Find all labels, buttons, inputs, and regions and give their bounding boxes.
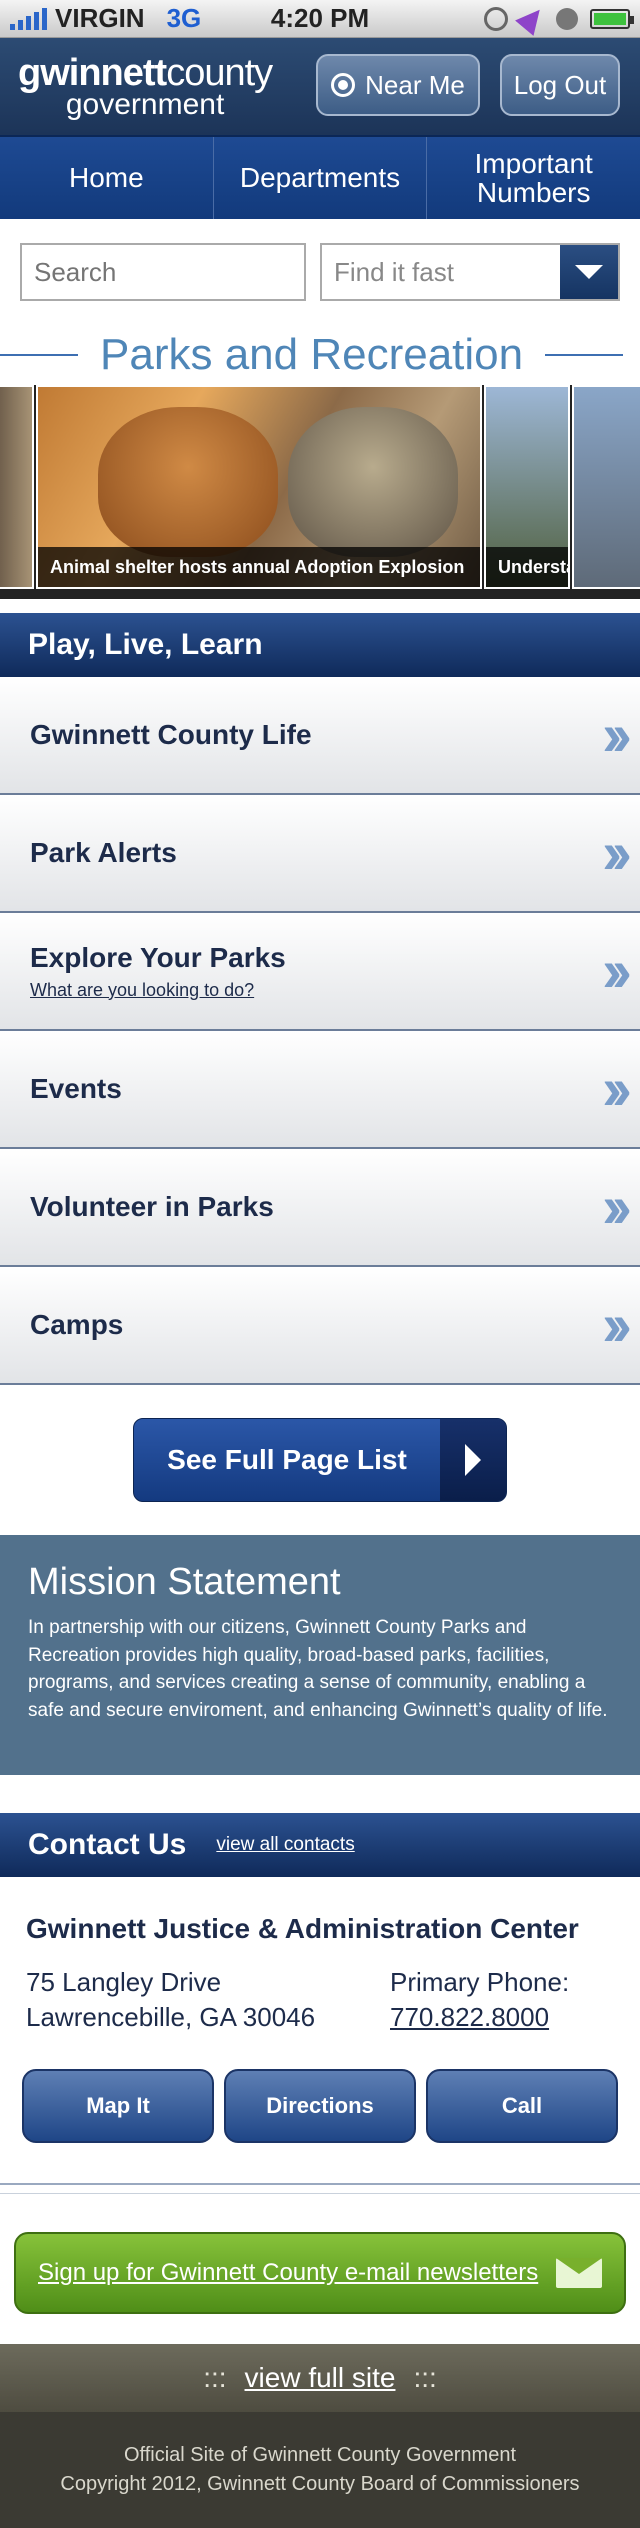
mission-statement: Mission Statement In partnership with ou… xyxy=(0,1535,640,1775)
double-chevron-icon: ›› xyxy=(602,937,632,1004)
title-rule-left xyxy=(0,354,78,356)
contact-address: 75 Langley Drive Lawrencebille, GA 30046 xyxy=(26,1965,390,2035)
menu-item-subtitle[interactable]: What are you looking to do? xyxy=(30,980,286,1001)
nav-item-important-numbers[interactable]: Important Numbers xyxy=(427,137,640,219)
site-header: gwinnettcounty government Near Me Log Ou… xyxy=(0,38,640,135)
phone-link[interactable]: 770.822.8000 xyxy=(390,2002,549,2032)
mission-text: In partnership with our citizens, Gwinne… xyxy=(28,1617,608,1721)
cat-image xyxy=(288,407,458,557)
menu-item-title: Volunteer in Parks xyxy=(30,1191,274,1222)
menu-item-title: Gwinnett County Life xyxy=(30,719,312,750)
dog-image xyxy=(98,407,278,557)
see-full-page-list-button[interactable]: See Full Page List xyxy=(133,1418,507,1502)
slide-caption: Understanding yo xyxy=(486,547,568,587)
location-icon xyxy=(515,1,549,36)
contact-name: Gwinnett Justice & Administration Center xyxy=(26,1913,579,1944)
near-me-button[interactable]: Near Me xyxy=(316,54,480,116)
find-it-fast-label: Find it fast xyxy=(334,256,454,287)
footer-line-1: Official Site of Gwinnett County Governm… xyxy=(123,2444,517,2467)
menu-item-title: Explore Your Parks xyxy=(30,941,286,973)
mission-heading: Mission Statement xyxy=(28,1561,341,1603)
main-nav: Home Departments Important Numbers xyxy=(0,135,640,219)
slide-caption: Animal shelter hosts annual Adoption Exp… xyxy=(38,547,480,587)
signal-icon xyxy=(10,7,47,30)
alarm-icon xyxy=(556,7,578,30)
nav-item-home[interactable]: Home xyxy=(0,137,214,219)
newsletter-label: Sign up for Gwinnett County e-mail newsl… xyxy=(38,2259,539,2287)
carrier-label: VIRGIN xyxy=(55,3,145,33)
rotation-lock-icon xyxy=(484,6,508,31)
carousel-slide-next[interactable]: Understanding yo xyxy=(484,385,570,589)
footer-line-2: Copyright 2012, Gwinnett County Board of… xyxy=(60,2473,580,2496)
envelope-icon xyxy=(556,2258,602,2289)
dots-right: ::: xyxy=(413,2362,437,2394)
call-button[interactable]: Call xyxy=(426,2069,618,2144)
double-chevron-icon: ›› xyxy=(602,1055,632,1122)
phone-label: Primary Phone: xyxy=(390,1967,570,1997)
title-rule-right xyxy=(545,354,624,356)
menu-item-events[interactable]: Events ›› xyxy=(0,1031,640,1149)
log-out-button[interactable]: Log Out xyxy=(500,54,620,116)
nav-item-departments[interactable]: Departments xyxy=(214,137,428,219)
play-live-learn-header: Play, Live, Learn xyxy=(0,613,640,677)
play-arrow-icon xyxy=(440,1419,506,1501)
directions-button[interactable]: Directions xyxy=(224,2069,416,2144)
logo-word-government: government xyxy=(65,87,225,121)
view-full-site-link[interactable]: view full site xyxy=(245,2362,396,2394)
menu-item-title: Camps xyxy=(30,1309,124,1340)
double-chevron-icon: ›› xyxy=(602,1173,632,1240)
menu-item-park-alerts[interactable]: Park Alerts ›› xyxy=(0,795,640,913)
carousel-slide-next-2[interactable] xyxy=(572,385,640,589)
search-input[interactable] xyxy=(20,243,306,301)
divider xyxy=(0,2183,640,2186)
menu-item-title: Park Alerts xyxy=(30,837,177,868)
contact-header: Contact Us view all contacts xyxy=(0,1813,640,1877)
menu-item-volunteer-in-parks[interactable]: Volunteer in Parks ›› xyxy=(0,1149,640,1267)
site-logo[interactable]: gwinnettcounty government xyxy=(18,54,273,121)
menu-item-camps[interactable]: Camps ›› xyxy=(0,1267,640,1385)
contact-details: 75 Langley Drive Lawrencebille, GA 30046… xyxy=(0,1945,640,2035)
search-row: Find it fast xyxy=(0,219,640,325)
carousel-slide-adoption[interactable]: Animal shelter hosts annual Adoption Exp… xyxy=(36,385,482,589)
address-line-1: 75 Langley Drive xyxy=(26,1967,222,1997)
menu-item-gwinnett-county-life[interactable]: Gwinnett County Life ›› xyxy=(0,677,640,795)
dots-left: ::: xyxy=(203,2362,227,2394)
status-bar: VIRGIN 3G 4:20 PM xyxy=(0,0,640,38)
section-title: Parks and Recreation xyxy=(0,325,640,385)
double-chevron-icon: ›› xyxy=(602,1291,632,1358)
see-full-page-list-label: See Full Page List xyxy=(167,1444,407,1475)
near-me-label: Near Me xyxy=(365,69,465,100)
contact-phone: Primary Phone: 770.822.8000 xyxy=(390,1965,569,2035)
status-left: VIRGIN 3G xyxy=(10,3,201,34)
find-it-fast-select[interactable]: Find it fast xyxy=(320,243,620,301)
double-chevron-icon: ›› xyxy=(602,819,632,886)
map-it-button[interactable]: Map It xyxy=(22,2069,214,2144)
address-line-2: Lawrencebille, GA 30046 xyxy=(26,2002,316,2033)
newsletter-wrap: Sign up for Gwinnett County e-mail newsl… xyxy=(0,2194,640,2315)
double-chevron-icon: ›› xyxy=(602,701,632,768)
dropdown-arrow-icon[interactable] xyxy=(560,245,618,299)
site-footer: Official Site of Gwinnett County Governm… xyxy=(0,2412,640,2528)
menu-item-title: Events xyxy=(30,1073,122,1104)
news-carousel[interactable]: Animal shelter hosts annual Adoption Exp… xyxy=(0,385,640,599)
target-icon xyxy=(331,73,356,97)
contact-heading: Contact Us xyxy=(28,1828,187,1861)
page-title: Parks and Recreation xyxy=(100,330,524,379)
network-label: 3G xyxy=(166,3,202,33)
status-right xyxy=(484,1,634,36)
carousel-slide-prev[interactable] xyxy=(0,385,34,589)
view-full-site-bar: ::: view full site ::: xyxy=(0,2344,640,2413)
contact-buttons: Map It Directions Call xyxy=(0,2035,640,2144)
view-all-contacts-link[interactable]: view all contacts xyxy=(216,1834,354,1856)
newsletter-signup-button[interactable]: Sign up for Gwinnett County e-mail newsl… xyxy=(14,2232,626,2315)
full-page-list-wrap: See Full Page List xyxy=(0,1385,640,1535)
battery-icon xyxy=(590,8,634,29)
menu-item-explore-your-parks[interactable]: Explore Your Parks What are you looking … xyxy=(0,913,640,1031)
